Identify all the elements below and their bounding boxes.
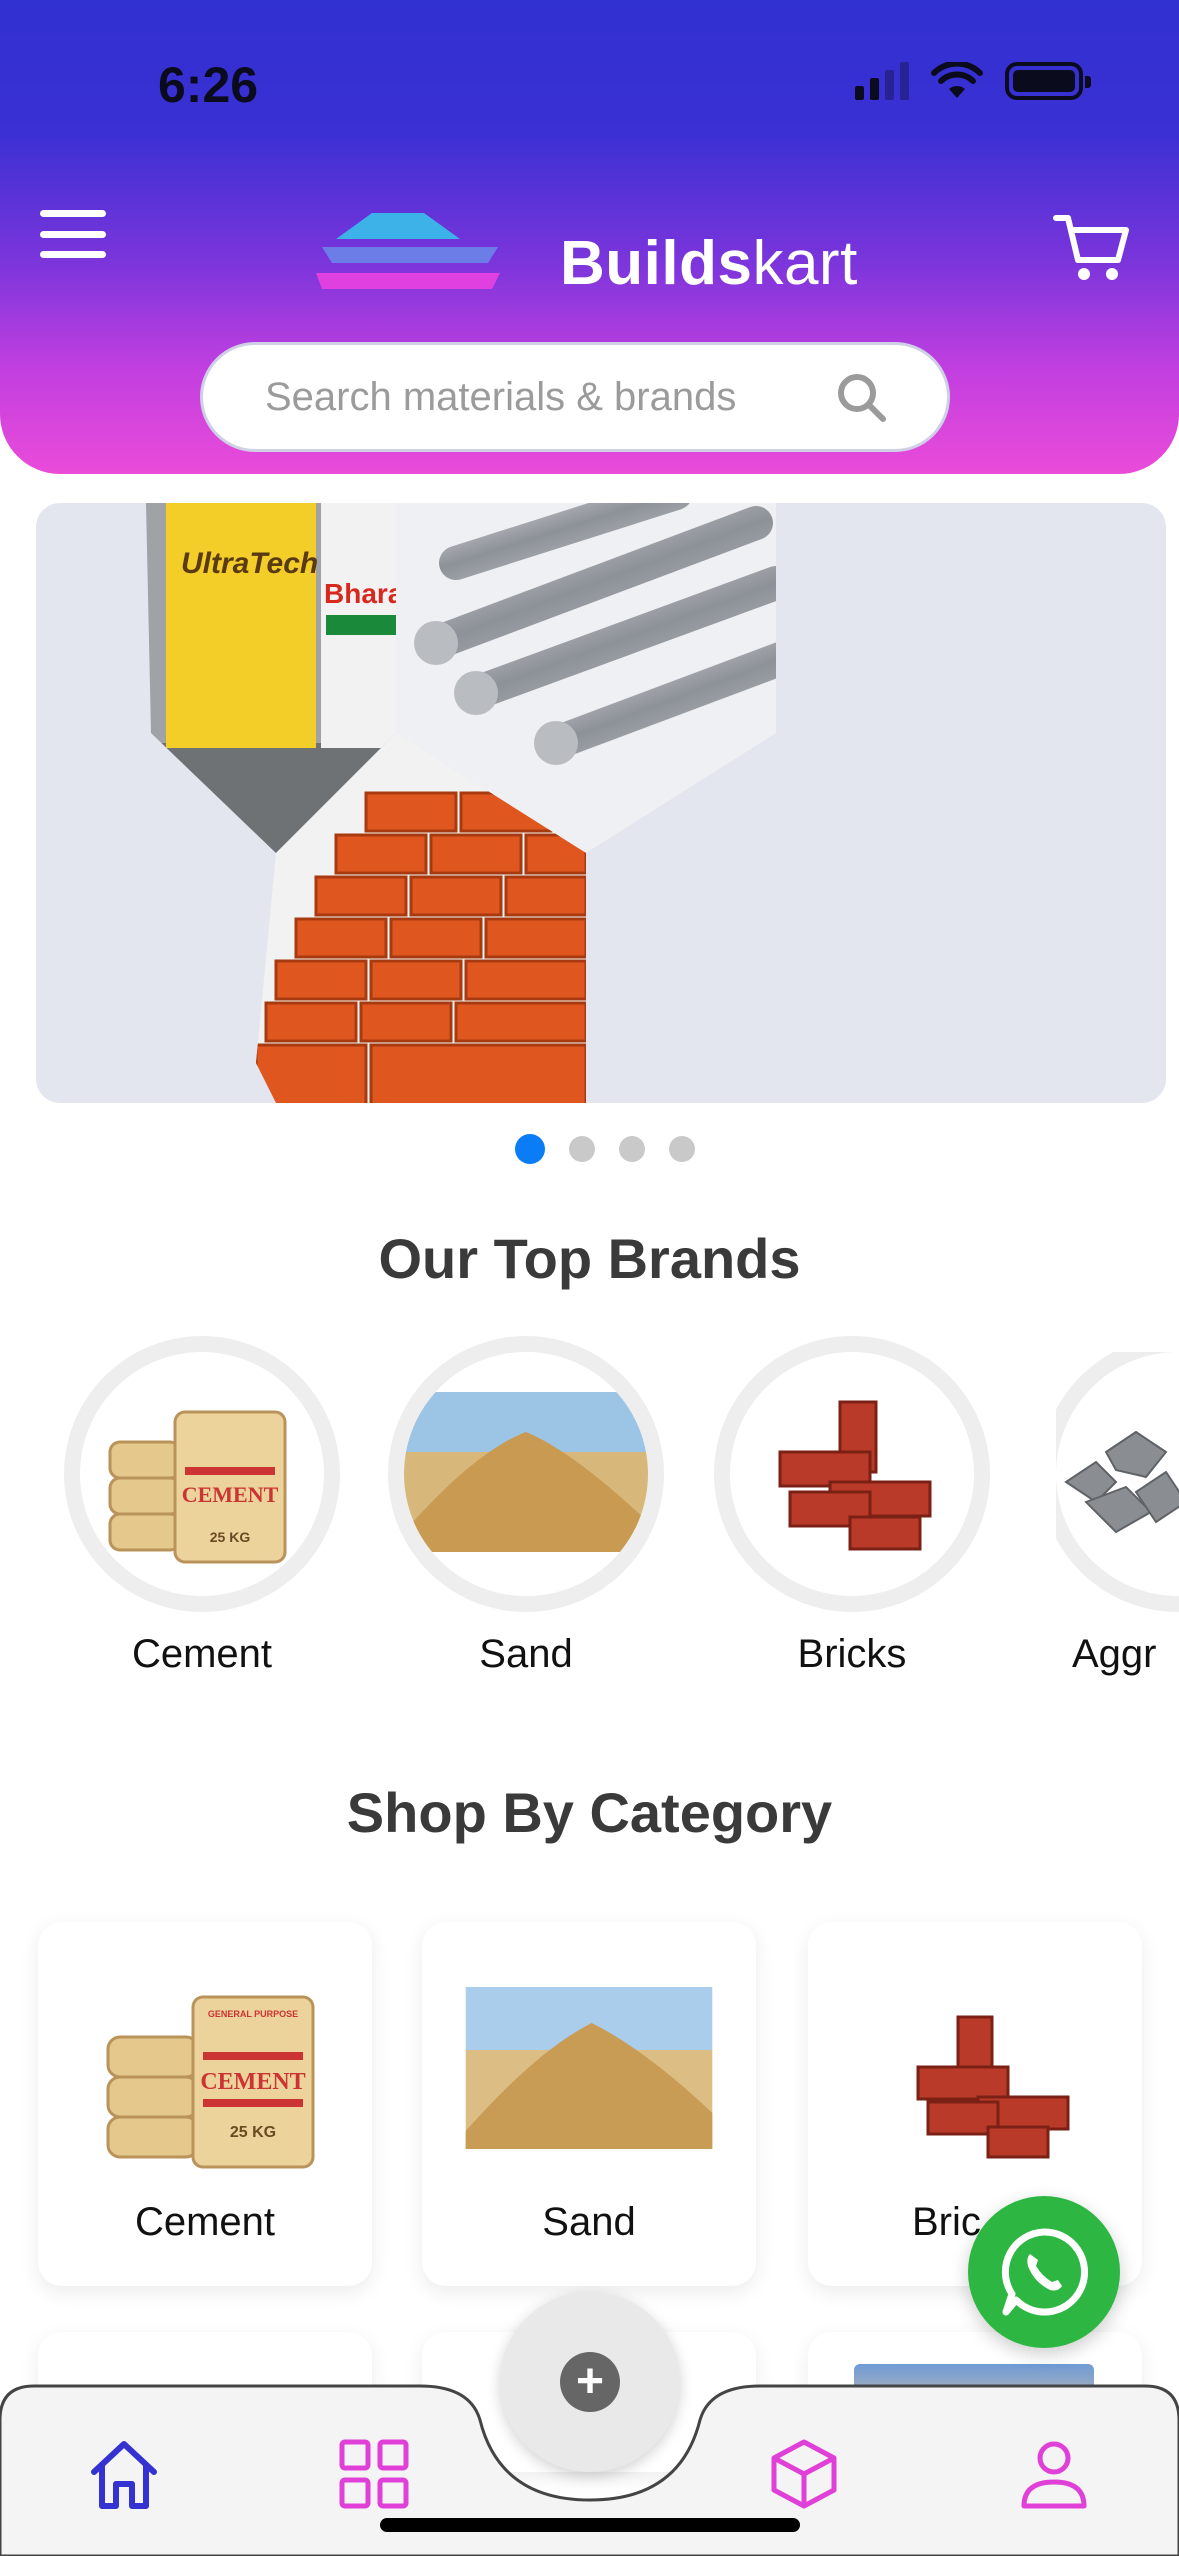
banner-pagination <box>0 1134 1179 1164</box>
brand-name-regular: kart <box>752 229 858 298</box>
brand-name-bold: Builds <box>560 229 753 298</box>
brand-label: Cement <box>131 1632 273 1676</box>
user-icon[interactable] <box>1016 2436 1092 2512</box>
whatsapp-button[interactable] <box>968 2196 1120 2348</box>
category-label: Sand <box>542 2200 636 2244</box>
category-card-sand[interactable]: Sand <box>422 1922 756 2286</box>
category-image-cement: GENERAL PURPOSE CEMENT 25 KG <box>106 1995 315 2169</box>
wifi-icon <box>931 62 983 98</box>
search-icon[interactable] <box>835 371 887 423</box>
banner-image: UltraTech Super Bharathi <box>146 503 776 1103</box>
brand-image-cement: CEMENT 25 KG <box>80 1352 324 1596</box>
brand-label: Aggr <box>1072 1632 1157 1676</box>
category-card-cement[interactable]: GENERAL PURPOSE CEMENT 25 KG Cement <box>38 1922 372 2286</box>
category-label: Cement <box>134 2200 276 2244</box>
brand-name: Buildskart <box>560 228 858 299</box>
brand-label: Sand <box>479 1632 573 1676</box>
add-button[interactable]: + <box>500 2292 680 2472</box>
bag-weight: 25 KG <box>230 2124 276 2141</box>
category-image-sand <box>465 1987 713 2149</box>
menu-button[interactable] <box>40 210 106 258</box>
logo-icon <box>316 213 500 289</box>
categories-title: Shop By Category <box>346 1781 833 1844</box>
home-icon[interactable] <box>86 2436 162 2512</box>
pagination-dot[interactable] <box>618 1136 645 1162</box>
cart-icon[interactable] <box>1052 210 1132 286</box>
pagination-dot[interactable] <box>568 1136 595 1162</box>
bag-label: CEMENT <box>182 1482 279 1507</box>
brand-label: Bricks <box>797 1632 907 1676</box>
whatsapp-icon <box>1001 2228 1089 2316</box>
home-indicator <box>380 2518 800 2532</box>
search-input[interactable] <box>265 374 835 420</box>
status-time: 6:26 <box>158 57 259 113</box>
bag-label: CEMENT <box>200 2069 305 2095</box>
add-icon: + <box>560 2352 620 2412</box>
pagination-dot-active[interactable] <box>514 1134 545 1164</box>
promo-banner[interactable]: UltraTech Super Bharathi <box>36 503 1166 1103</box>
brand-image-aggregates <box>1056 1352 1179 1596</box>
battery-icon <box>1005 62 1091 100</box>
grid-icon[interactable] <box>336 2436 412 2512</box>
brand-image-bricks <box>730 1352 974 1596</box>
brand-item-sand[interactable]: Sand <box>404 1352 648 1677</box>
signal-icon <box>855 62 909 100</box>
box-icon[interactable] <box>766 2436 842 2512</box>
bag-weight: 25 KG <box>210 1529 251 1545</box>
brand-item-cement[interactable]: CEMENT 25 KG Cement <box>80 1352 324 1677</box>
search-bar[interactable] <box>200 342 950 452</box>
top-brands-title: Our Top Brands <box>378 1227 801 1290</box>
brand-item-bricks[interactable]: Bricks <box>730 1352 974 1677</box>
app-header: 6:26 Buildskart <box>0 0 1179 474</box>
brand-image-sand <box>404 1352 648 1596</box>
bag-header: GENERAL PURPOSE <box>208 2009 298 2019</box>
category-image-bricks <box>916 2015 1070 2159</box>
pagination-dot[interactable] <box>668 1136 695 1162</box>
status-icons <box>855 62 1091 100</box>
brand-item-aggregates[interactable]: Aggr <box>1056 1352 1179 1677</box>
